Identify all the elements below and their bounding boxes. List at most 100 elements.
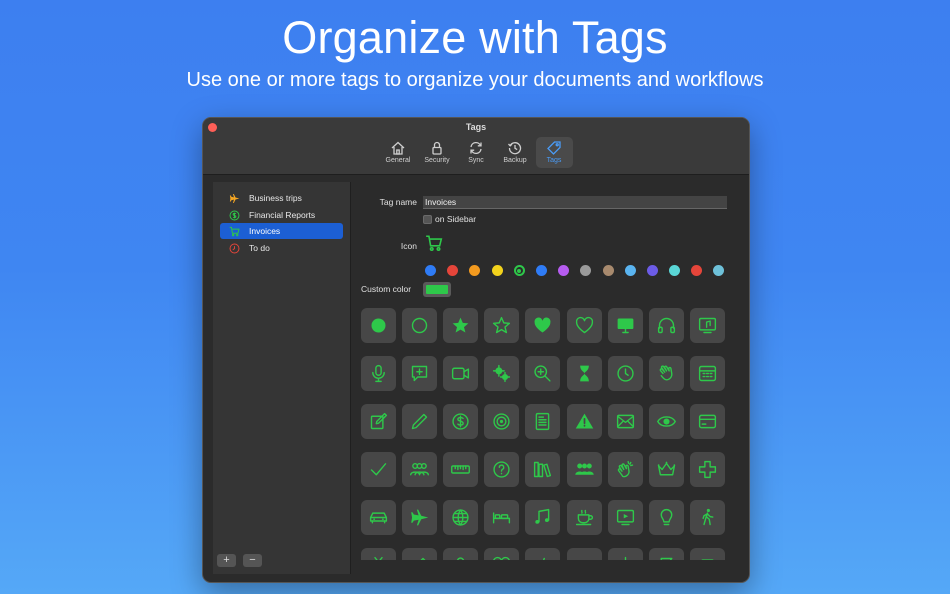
- icon-option-dollar-circle[interactable]: [443, 404, 479, 439]
- color-swatch[interactable]: [669, 265, 681, 276]
- icon-option-document[interactable]: [525, 404, 561, 439]
- sidebar-item-label: Financial Reports: [249, 210, 316, 220]
- icon-option-star-filled[interactable]: [443, 308, 479, 343]
- play-screen-icon: [616, 509, 634, 526]
- music-notes-icon: [535, 508, 550, 524]
- color-swatch[interactable]: [535, 265, 547, 276]
- icon-option-airplane[interactable]: [402, 500, 438, 535]
- icon-option-gears[interactable]: [484, 356, 520, 391]
- icon-option-music-display[interactable]: [689, 308, 725, 343]
- color-swatch[interactable]: [558, 265, 570, 276]
- monitor-icon: [617, 318, 633, 334]
- icon-option-play-screen[interactable]: [607, 500, 643, 535]
- icon-option-video-camera[interactable]: [443, 356, 479, 391]
- dollar-circle-icon: [228, 209, 240, 221]
- icon-option-people-outline[interactable]: [402, 452, 438, 487]
- custom-color-well[interactable]: [423, 282, 451, 297]
- icon-option-square[interactable]: [689, 548, 725, 560]
- color-swatch[interactable]: [447, 265, 459, 276]
- tab-tags[interactable]: Tags: [535, 137, 573, 168]
- tab-general[interactable]: General: [380, 137, 417, 168]
- icon-option-question-circle[interactable]: [484, 452, 520, 487]
- icon-option-tv[interactable]: [361, 548, 396, 560]
- sidebar-item-to-do[interactable]: To do: [220, 240, 343, 256]
- color-swatch[interactable]: [469, 265, 481, 276]
- icon-option-heart-outline[interactable]: [566, 308, 602, 343]
- calendar-icon: [698, 365, 716, 382]
- on-sidebar-checkbox[interactable]: [423, 215, 432, 224]
- tag-name-field[interactable]: Invoices: [423, 196, 727, 209]
- color-swatch[interactable]: [580, 265, 592, 276]
- icon-option-heart-filled[interactable]: [525, 308, 561, 343]
- icon-option-folder[interactable]: [566, 548, 602, 560]
- icon-option-heart-outline[interactable]: [484, 548, 520, 560]
- icon-option-music-notes[interactable]: [525, 500, 561, 535]
- icon-option-pen[interactable]: [402, 548, 438, 560]
- icon-option-hourglass[interactable]: [566, 356, 602, 391]
- warning-icon: [575, 413, 593, 429]
- sidebar-item-business-trips[interactable]: Business trips: [220, 190, 343, 206]
- icon-option-clock[interactable]: [607, 356, 643, 391]
- remove-tag-button[interactable]: −: [243, 554, 262, 567]
- sidebar-item-invoices[interactable]: Invoices: [220, 223, 343, 239]
- icon-option-ruler[interactable]: [443, 452, 479, 487]
- color-swatch[interactable]: [491, 265, 503, 276]
- icon-option-sparkle[interactable]: [607, 548, 643, 560]
- color-swatch[interactable]: [646, 265, 658, 276]
- icon-option-circle-filled[interactable]: [361, 308, 396, 343]
- color-swatch[interactable]: [425, 265, 436, 276]
- color-swatch[interactable]: [624, 265, 636, 276]
- books-icon: [534, 461, 552, 478]
- add-tag-button[interactable]: +: [217, 554, 236, 567]
- icon-option-lightbulb[interactable]: [648, 500, 684, 535]
- icon-option-cross[interactable]: [689, 452, 725, 487]
- icon-option-headphones[interactable]: [648, 308, 684, 343]
- icon-option-person[interactable]: [443, 548, 479, 560]
- icon-option-people-filled[interactable]: [566, 452, 602, 487]
- icon-option-hand-wave[interactable]: [648, 356, 684, 391]
- sidebar-item-financial-reports[interactable]: Financial Reports: [220, 207, 343, 223]
- walking-icon: [702, 508, 714, 526]
- icon-option-circle-outline[interactable]: [402, 308, 438, 343]
- tab-security[interactable]: Security: [419, 137, 456, 168]
- star-filled-icon: [452, 317, 469, 333]
- icon-option-warning[interactable]: [566, 404, 602, 439]
- icon-option-coffee-cup[interactable]: [566, 500, 602, 535]
- icon-option-flag[interactable]: [648, 548, 684, 560]
- icon-option-clapping-hands[interactable]: [607, 452, 643, 487]
- color-swatch[interactable]: [713, 265, 725, 276]
- sparkle-icon: [624, 556, 626, 560]
- color-swatch[interactable]: [691, 265, 703, 276]
- envelope-icon: [616, 414, 634, 429]
- icon-option-target[interactable]: [484, 404, 520, 439]
- color-swatch[interactable]: [602, 265, 614, 276]
- icon-option-tools[interactable]: [525, 548, 561, 560]
- icon-option-bed[interactable]: [484, 500, 520, 535]
- tab-sync[interactable]: Sync: [458, 137, 495, 168]
- icon-option-envelope[interactable]: [607, 404, 643, 439]
- icon-option-pencil[interactable]: [402, 404, 438, 439]
- icon-option-walking[interactable]: [689, 500, 725, 535]
- icon-option-eye[interactable]: [648, 404, 684, 439]
- icon-option-crown[interactable]: [648, 452, 684, 487]
- people-filled-icon: [574, 463, 594, 475]
- icon-option-monitor[interactable]: [607, 308, 643, 343]
- bed-icon: [493, 512, 511, 524]
- icon-option-calendar[interactable]: [689, 356, 725, 391]
- circle-filled-icon: [371, 318, 386, 333]
- subheadline: Use one or more tags to organize your do…: [186, 69, 764, 91]
- color-swatch[interactable]: [513, 265, 525, 276]
- icon-option-books[interactable]: [525, 452, 561, 487]
- icon-option-car[interactable]: [361, 500, 396, 535]
- icon-option-credit-card[interactable]: [689, 404, 725, 439]
- icon-option-globe[interactable]: [443, 500, 479, 535]
- icon-option-microphone[interactable]: [361, 356, 396, 391]
- icon-option-edit[interactable]: [361, 404, 396, 439]
- icon-option-zoom-in[interactable]: [525, 356, 561, 391]
- tab-backup[interactable]: Backup: [497, 137, 534, 168]
- icon-option-chat-plus[interactable]: [402, 356, 438, 391]
- color-swatches: [425, 265, 725, 276]
- icon-option-checkmark[interactable]: [361, 452, 396, 487]
- tools-icon: [543, 557, 546, 560]
- icon-option-star-outline[interactable]: [484, 308, 520, 343]
